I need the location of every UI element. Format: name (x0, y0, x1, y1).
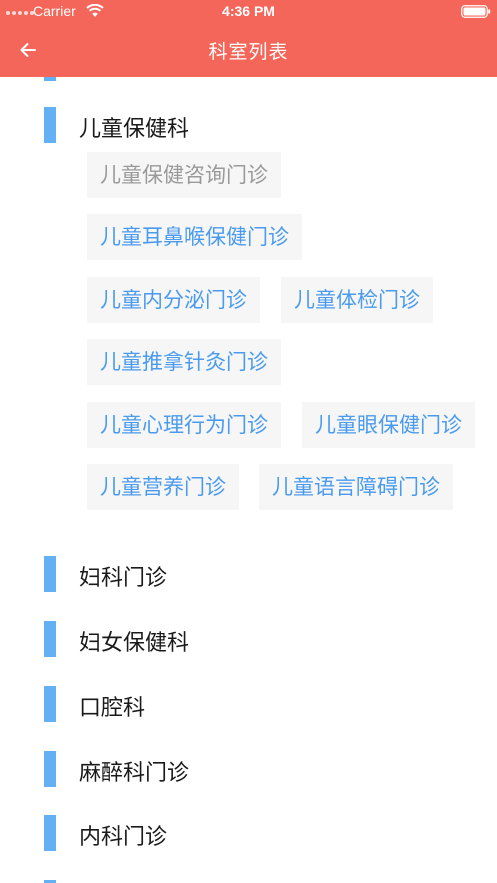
section-marker (44, 686, 56, 722)
department-name: 内科门诊 (79, 825, 168, 850)
department-header[interactable]: 儿童保健科 (0, 107, 497, 143)
clinic-chip[interactable]: 儿童体检门诊 (281, 277, 433, 323)
clinic-chip[interactable]: 儿童推拿针灸门诊 (87, 339, 281, 385)
department-header[interactable]: 口腔科 (0, 686, 497, 722)
section-marker (44, 107, 56, 143)
section-marker (44, 621, 56, 657)
department-header[interactable]: 麻醉科门诊 (0, 751, 497, 787)
section-marker (44, 556, 56, 592)
clinic-chip[interactable]: 儿童耳鼻喉保健门诊 (87, 214, 302, 260)
clinic-chip[interactable]: 儿童语言障碍门诊 (259, 464, 453, 510)
department-list[interactable]: 儿童保健科 儿童保健咨询门诊 儿童耳鼻喉保健门诊 儿童内分泌门诊 儿童体检门诊 … (0, 77, 497, 883)
page-title: 科室列表 (208, 41, 289, 63)
battery-icon (461, 5, 491, 18)
department-name: 麻醉科门诊 (79, 761, 190, 786)
department-header[interactable]: 妇女保健科 (0, 621, 497, 657)
app-screen: Carrier 4:36 PM 科室列表 儿童保健科 儿童保健咨询门诊 儿童耳鼻… (0, 0, 497, 883)
status-time: 4:36 PM (222, 3, 275, 19)
section-marker-partial (44, 77, 56, 81)
clinic-chip[interactable]: 儿童营养门诊 (87, 464, 239, 510)
clinic-chip[interactable]: 儿童眼保健门诊 (302, 402, 475, 448)
department-name: 儿童保健科 (79, 117, 190, 142)
section-marker (44, 751, 56, 787)
nav-bar: 科室列表 (0, 24, 497, 77)
section-marker (44, 815, 56, 851)
header: Carrier 4:36 PM 科室列表 (0, 0, 497, 77)
clinic-chip[interactable]: 儿童心理行为门诊 (87, 402, 281, 448)
status-bar: Carrier 4:36 PM (0, 0, 497, 24)
department-name: 妇科门诊 (79, 566, 168, 591)
clinic-chip[interactable]: 儿童保健咨询门诊 (87, 152, 281, 198)
department-name: 口腔科 (79, 696, 146, 721)
department-name: 妇女保健科 (79, 631, 190, 656)
department-header[interactable]: 妇科门诊 (0, 556, 497, 592)
department-header[interactable]: 内科门诊 (0, 815, 497, 851)
clinic-chip[interactable]: 儿童内分泌门诊 (87, 277, 260, 323)
